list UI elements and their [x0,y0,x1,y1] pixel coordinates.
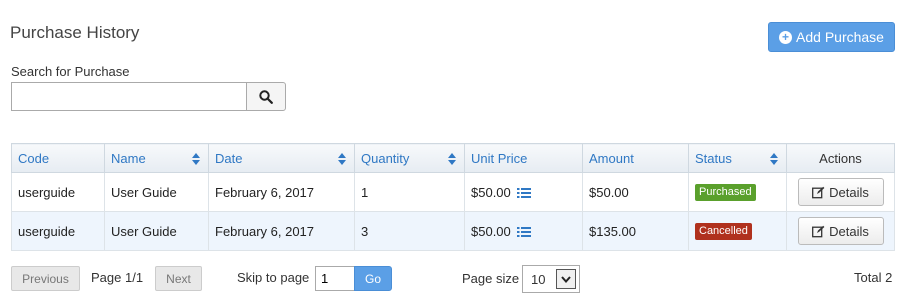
table-row: userguide User Guide February 6, 2017 3 … [11,211,895,251]
cell-name: User Guide [104,172,209,212]
search-button[interactable] [246,82,286,111]
skip-to-page-label: Skip to page [237,270,310,285]
cell-code: userguide [11,211,105,251]
cell-date: February 6, 2017 [208,211,355,251]
cell-status: Purchased [688,172,787,212]
plus-circle-icon: + [779,30,793,44]
cell-name: User Guide [104,211,209,251]
cell-unit-price: $50.00 [464,211,583,251]
list-icon[interactable] [517,187,532,199]
details-button[interactable]: Details [797,178,884,206]
table-header-row: Code Name Date Quantity Unit Price Amoun… [11,143,895,173]
page-title: Purchase History [10,23,140,42]
edit-icon [812,225,825,237]
cell-code: userguide [11,172,105,212]
cell-actions: Details [786,211,895,251]
cell-quantity: 1 [354,172,465,212]
skip-page-input[interactable] [315,266,355,291]
add-purchase-label: Add Purchase [796,29,884,45]
details-button[interactable]: Details [797,217,884,245]
status-badge: Cancelled [695,223,752,240]
list-icon[interactable] [517,226,532,238]
cell-amount: $135.00 [582,211,689,251]
total-count: Total 2 [854,270,893,285]
unit-price-value: $50.00 [471,184,511,200]
unit-price-value: $50.00 [471,223,511,239]
sort-icon [770,153,778,165]
column-header-quantity[interactable]: Quantity [354,143,465,173]
cell-amount: $50.00 [582,172,689,212]
cell-date: February 6, 2017 [208,172,355,212]
cell-status: Cancelled [688,211,787,251]
cell-quantity: 3 [354,211,465,251]
go-button[interactable]: Go [354,266,392,291]
purchase-table: Code Name Date Quantity Unit Price Amoun… [11,143,895,251]
column-header-name[interactable]: Name [104,143,209,173]
search-icon [259,89,273,104]
column-header-unit-price[interactable]: Unit Price [464,143,583,173]
edit-icon [812,186,825,198]
column-header-date[interactable]: Date [208,143,355,173]
column-header-actions: Actions [786,143,895,173]
column-header-status[interactable]: Status [688,143,787,173]
page-info: Page 1/1 [91,270,144,285]
details-label: Details [829,184,869,200]
sort-icon [192,153,200,165]
chevron-down-icon [556,269,576,289]
cell-unit-price: $50.00 [464,172,583,212]
page-size-select[interactable]: 10 [522,265,580,293]
sort-icon [338,153,346,165]
previous-button[interactable]: Previous [11,266,80,291]
status-badge: Purchased [695,184,756,201]
search-input[interactable] [11,82,247,111]
page-size-label: Page size [462,271,520,286]
page-size-value: 10 [531,271,546,287]
next-button[interactable]: Next [155,266,202,291]
table-row: userguide User Guide February 6, 2017 1 … [11,172,895,212]
sort-icon [448,153,456,165]
column-header-code[interactable]: Code [11,143,105,173]
add-purchase-button[interactable]: + Add Purchase [768,22,895,52]
details-label: Details [829,223,869,239]
column-header-amount[interactable]: Amount [582,143,689,173]
cell-actions: Details [786,172,895,212]
search-label: Search for Purchase [11,64,130,79]
